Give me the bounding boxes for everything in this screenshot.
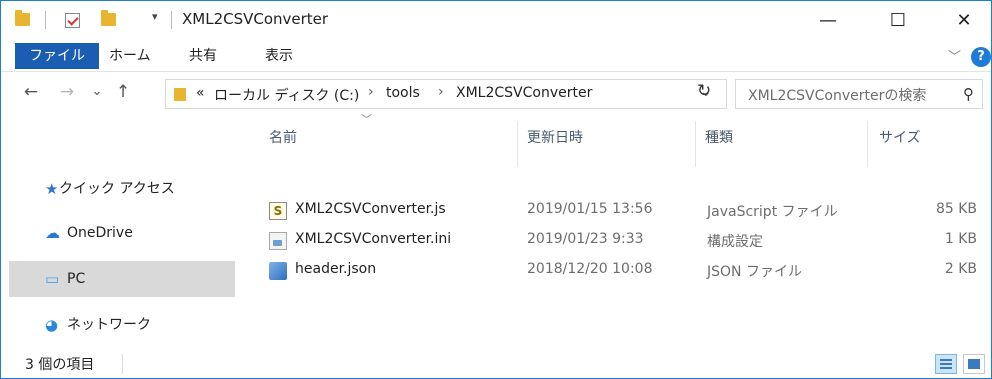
- network-icon: ◕: [45, 316, 59, 334]
- breadcrumb-local-disk[interactable]: ローカル ディスク (C:): [214, 85, 359, 105]
- breadcrumb-xml2csvconverter[interactable]: XML2CSVConverter: [456, 85, 592, 101]
- file-type: 構成設定: [707, 234, 763, 250]
- folder-icon: [174, 88, 186, 101]
- sidebar-item-label: PC: [67, 271, 86, 287]
- navigation-bar: ← → ⌄ ↑ « ローカル ディスク (C:) › tools › XML2C…: [1, 71, 991, 113]
- json-file-icon: [269, 262, 287, 280]
- sidebar-item-label: クイック アクセス: [59, 181, 175, 197]
- computer-icon: ▭: [45, 270, 60, 288]
- tab-home[interactable]: ホーム: [101, 43, 159, 69]
- column-header-type[interactable]: 種類: [705, 127, 733, 147]
- item-count: 3 個の項目: [25, 357, 95, 373]
- cloud-icon: ☁: [45, 224, 60, 242]
- table-row[interactable]: header.json 2018/12/20 10:08 JSON ファイル 2…: [257, 257, 987, 285]
- tab-share[interactable]: 共有: [181, 43, 225, 69]
- file-name: XML2CSVConverter.ini: [295, 231, 452, 247]
- refresh-icon[interactable]: ↻: [697, 81, 711, 101]
- address-bar[interactable]: « ローカル ディスク (C:) › tools › XML2CSVConver…: [165, 79, 727, 109]
- folder-icon: [15, 10, 30, 26]
- file-type: JSON ファイル: [707, 264, 802, 280]
- file-modified: 2019/01/23 9:33: [527, 231, 644, 247]
- file-size: 1 KB: [944, 231, 977, 247]
- search-input[interactable]: XML2CSVConverterの検索 ⚲: [735, 79, 983, 109]
- sidebar-item-label: OneDrive: [67, 225, 133, 241]
- file-modified: 2019/01/15 13:56: [527, 201, 653, 217]
- ribbon-tabs: ファイル ホーム 共有 表示 ﹀ ?: [1, 41, 991, 71]
- sidebar-item-network[interactable]: ◕ ネットワーク: [9, 307, 235, 343]
- settings-file-icon: [269, 232, 287, 250]
- column-divider[interactable]: [517, 121, 518, 167]
- star-icon: ★: [45, 180, 59, 198]
- file-list: ﹀ 名前 更新日時 種類 サイズ S XML2CSVConverter.js 2…: [237, 113, 991, 348]
- sidebar-item-onedrive[interactable]: ☁ OneDrive: [9, 215, 235, 251]
- file-modified: 2018/12/20 10:08: [527, 261, 653, 277]
- expand-ribbon-chevron-icon[interactable]: ﹀: [948, 46, 961, 65]
- breadcrumb-separator[interactable]: ›: [438, 84, 444, 100]
- sidebar-item-label: ネットワーク: [67, 317, 151, 333]
- minimize-button[interactable]: —: [805, 1, 851, 41]
- column-header-modified[interactable]: 更新日時: [527, 127, 583, 147]
- script-file-icon: S: [269, 202, 287, 220]
- file-name: XML2CSVConverter.js: [295, 201, 446, 217]
- explorer-window: ▾ XML2CSVConverter — ☐ ✕ ファイル ホーム 共有 表示 …: [0, 0, 992, 379]
- breadcrumb-tools[interactable]: tools: [386, 85, 420, 101]
- column-divider[interactable]: [867, 121, 868, 167]
- sort-indicator-icon: ﹀: [361, 113, 372, 126]
- table-row[interactable]: S XML2CSVConverter.js 2019/01/15 13:56 J…: [257, 197, 987, 225]
- file-type: JavaScript ファイル: [707, 204, 838, 220]
- details-view-icon[interactable]: [935, 354, 957, 374]
- large-icons-view-icon[interactable]: [963, 354, 985, 374]
- breadcrumb-overflow[interactable]: «: [196, 85, 205, 101]
- recent-locations-dropdown[interactable]: ⌄: [87, 80, 107, 104]
- forward-button[interactable]: →: [55, 80, 79, 104]
- status-bar: 3 個の項目: [1, 348, 991, 378]
- quick-access-toolbar-dropdown[interactable]: ▾: [152, 10, 158, 23]
- column-divider[interactable]: [695, 121, 696, 167]
- help-icon[interactable]: ?: [971, 47, 991, 67]
- sidebar-item-pc[interactable]: ▭ PC: [9, 261, 235, 297]
- tab-file[interactable]: ファイル: [15, 43, 99, 69]
- separator: [45, 11, 46, 29]
- table-row[interactable]: XML2CSVConverter.ini 2019/01/23 9:33 構成設…: [257, 227, 987, 255]
- maximize-button[interactable]: ☐: [875, 1, 921, 41]
- navigation-pane: ★ クイック アクセス ☁ OneDrive ▭ PC ◕ ネットワーク: [1, 113, 237, 348]
- close-button[interactable]: ✕: [941, 1, 987, 41]
- column-header-size[interactable]: サイズ: [879, 127, 921, 147]
- sidebar-item-quick-access[interactable]: ★ クイック アクセス: [9, 171, 235, 207]
- window-title: XML2CSVConverter: [182, 10, 329, 28]
- properties-icon[interactable]: [65, 13, 80, 28]
- search-icon[interactable]: ⚲: [963, 85, 974, 103]
- column-header-name[interactable]: 名前: [269, 127, 297, 147]
- title-bar: ▾ XML2CSVConverter — ☐ ✕: [1, 1, 991, 41]
- search-placeholder: XML2CSVConverterの検索: [748, 88, 927, 104]
- file-name: header.json: [295, 261, 377, 277]
- up-button[interactable]: ↑: [111, 80, 135, 104]
- separator: [122, 354, 123, 374]
- file-size: 85 KB: [935, 201, 977, 217]
- separator: [171, 11, 172, 29]
- file-size: 2 KB: [944, 261, 977, 277]
- tab-view[interactable]: 表示: [257, 43, 301, 69]
- new-folder-icon[interactable]: [101, 10, 116, 26]
- back-button[interactable]: ←: [19, 80, 43, 104]
- breadcrumb-separator[interactable]: ›: [368, 84, 374, 100]
